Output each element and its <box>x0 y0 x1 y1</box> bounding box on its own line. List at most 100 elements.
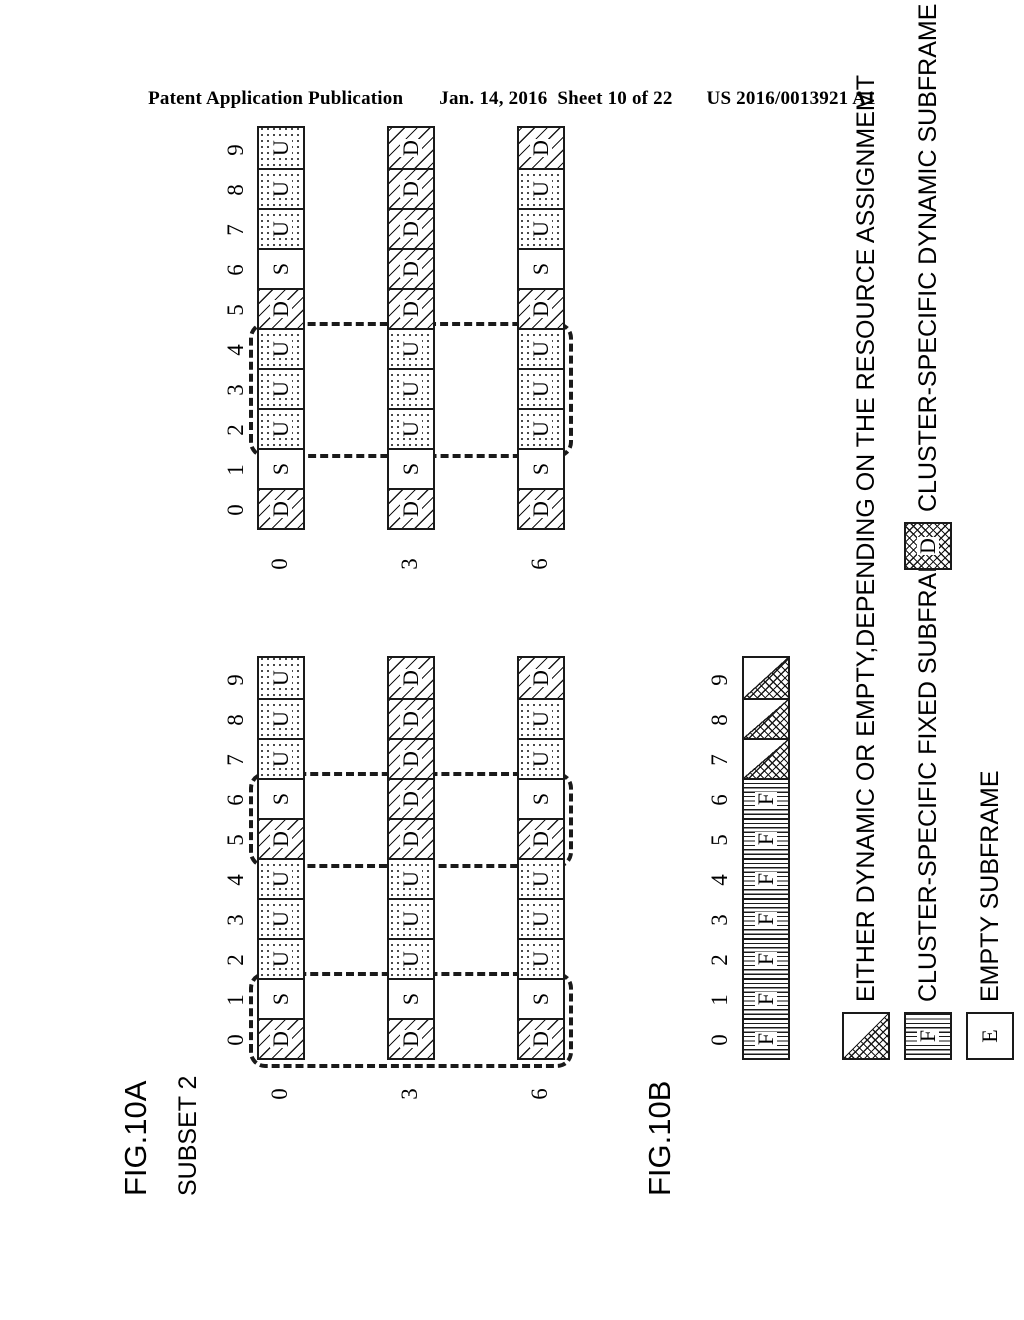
subframe-cell: F <box>744 818 788 858</box>
subframe-cell: S <box>519 448 563 488</box>
subframe-cell-label: U <box>268 710 293 728</box>
subframe-cell: F <box>744 978 788 1018</box>
subframe-cell-label: D <box>528 139 553 157</box>
subframe-cell: U <box>519 368 563 408</box>
subframe-cell-label: U <box>528 180 553 198</box>
subframe-cell-label: F <box>753 871 778 887</box>
subframe-cell-label: F <box>753 831 778 847</box>
subframe-row-label: 0 <box>267 558 292 570</box>
fig10b-subframe-row: F F F F F F F <box>742 656 790 1060</box>
subframe-cell-label: D <box>528 300 553 318</box>
subframe-index-label: 4 <box>223 874 248 886</box>
subframe-cell: U <box>519 938 563 978</box>
subframe-cell-label: U <box>528 910 553 928</box>
legend-swatch: E <box>966 1012 1014 1060</box>
subframe-cell-label: U <box>528 870 553 888</box>
subframe-index-label: 1 <box>223 464 248 476</box>
subframe-cell: D <box>519 1018 563 1058</box>
subframe-cell-label: F <box>753 991 778 1007</box>
subframe-cell: D <box>519 288 563 328</box>
subframe-cell: S <box>259 778 303 818</box>
legend-item-text: CLUSTER-SPECIFIC FIXED SUBFRAME <box>914 535 942 1002</box>
subframe-cell: D <box>389 288 433 328</box>
subframe-cell <box>744 738 788 778</box>
subframe-cell-label: D <box>398 750 423 768</box>
subframe-cell-label: U <box>528 950 553 968</box>
subframe-index-label: 8 <box>223 184 248 196</box>
subframe-cell: U <box>259 938 303 978</box>
subframe-cell: U <box>259 408 303 448</box>
subframe-cell-label: D <box>268 830 293 848</box>
subframe-cell <box>744 698 788 738</box>
subframe-cell-label: F <box>753 911 778 927</box>
subframe-cell-label: U <box>398 420 423 438</box>
subframe-cell-label: U <box>268 950 293 968</box>
subframe-index-label: 9 <box>223 144 248 156</box>
subframe-index-label: 7 <box>223 224 248 236</box>
subframe-cell-label: D <box>398 710 423 728</box>
subframe-cell-label: S <box>398 991 423 1007</box>
subframe-cell-label: D <box>528 669 553 687</box>
legend-swatch: D <box>904 522 952 570</box>
subframe-index-label: 3 <box>223 384 248 396</box>
rotated-canvas: FIG.10A SUBSET 2 0 1 2 3 4 5 6 7 8 9 D S U U U D S U U U 0 D S… <box>82 4 1014 1210</box>
subframe-row-label: 3 <box>397 1088 422 1100</box>
subframe-cell-label: F <box>753 951 778 967</box>
subframe-cell: D <box>519 488 563 528</box>
subframe-cell: D <box>389 168 433 208</box>
subframe-index-label: 5 <box>707 834 732 846</box>
subframe-cell-label: D <box>528 830 553 848</box>
subframe-cell: S <box>259 248 303 288</box>
subframe-cell: D <box>259 288 303 328</box>
subframe-cell-label: D <box>398 139 423 157</box>
subframe-cell-label: D <box>398 300 423 318</box>
subframe-cell-label: D <box>398 830 423 848</box>
legend-swatch-glyph: F <box>915 1028 940 1044</box>
subframe-cell: U <box>259 658 303 698</box>
legend-swatch-divider <box>844 1014 888 1058</box>
subframe-cell: U <box>519 208 563 248</box>
subframe-index-label: 8 <box>223 714 248 726</box>
subframe-cell-label: S <box>268 991 293 1007</box>
subframe-cell: U <box>389 858 433 898</box>
subframe-cell: D <box>389 818 433 858</box>
subframe-cell-label: U <box>528 380 553 398</box>
subframe-index-label: 6 <box>223 794 248 806</box>
subframe-index-label: 5 <box>223 304 248 316</box>
legend-swatch: F <box>904 1012 952 1060</box>
subframe-cell: U <box>519 858 563 898</box>
subframe-cell: U <box>259 208 303 248</box>
subframe-index-label: 1 <box>223 994 248 1006</box>
subframe-cell-label: D <box>398 669 423 687</box>
subframe-row-label: 6 <box>527 1088 552 1100</box>
subframe-cell-label: D <box>268 300 293 318</box>
subframe-cell-label: U <box>398 340 423 358</box>
subframe-cell-label: U <box>398 910 423 928</box>
subframe-index-label: 4 <box>707 874 732 886</box>
subframe-cell-label: U <box>398 870 423 888</box>
subframe-index-label: 1 <box>707 994 732 1006</box>
subframe-cell: D <box>389 698 433 738</box>
subframe-cell-label: D <box>528 1030 553 1048</box>
subframe-cell-label: D <box>398 500 423 518</box>
subframe-cell: F <box>744 898 788 938</box>
subframe-cell: F <box>744 858 788 898</box>
subframe-cell-label: U <box>268 870 293 888</box>
subframe-cell: D <box>389 488 433 528</box>
subframe-index-label: 0 <box>223 504 248 516</box>
subframe-cell: S <box>259 978 303 1018</box>
subframe-row-label: 0 <box>267 1088 292 1100</box>
subframe-cell: U <box>259 128 303 168</box>
subframe-cell-label: S <box>528 791 553 807</box>
subframe-index-label: 6 <box>707 794 732 806</box>
subframe-cell: U <box>389 898 433 938</box>
subframe-cell: D <box>389 248 433 288</box>
subframe-cell: S <box>519 778 563 818</box>
subframe-index-label: 4 <box>223 344 248 356</box>
subframe-cell-label: U <box>268 180 293 198</box>
subframe-cell-label: U <box>268 340 293 358</box>
subframe-cell: D <box>259 488 303 528</box>
subframe-cell-label: U <box>268 669 293 687</box>
subframe-cell: U <box>389 328 433 368</box>
subframe-cell-label: D <box>268 1030 293 1048</box>
